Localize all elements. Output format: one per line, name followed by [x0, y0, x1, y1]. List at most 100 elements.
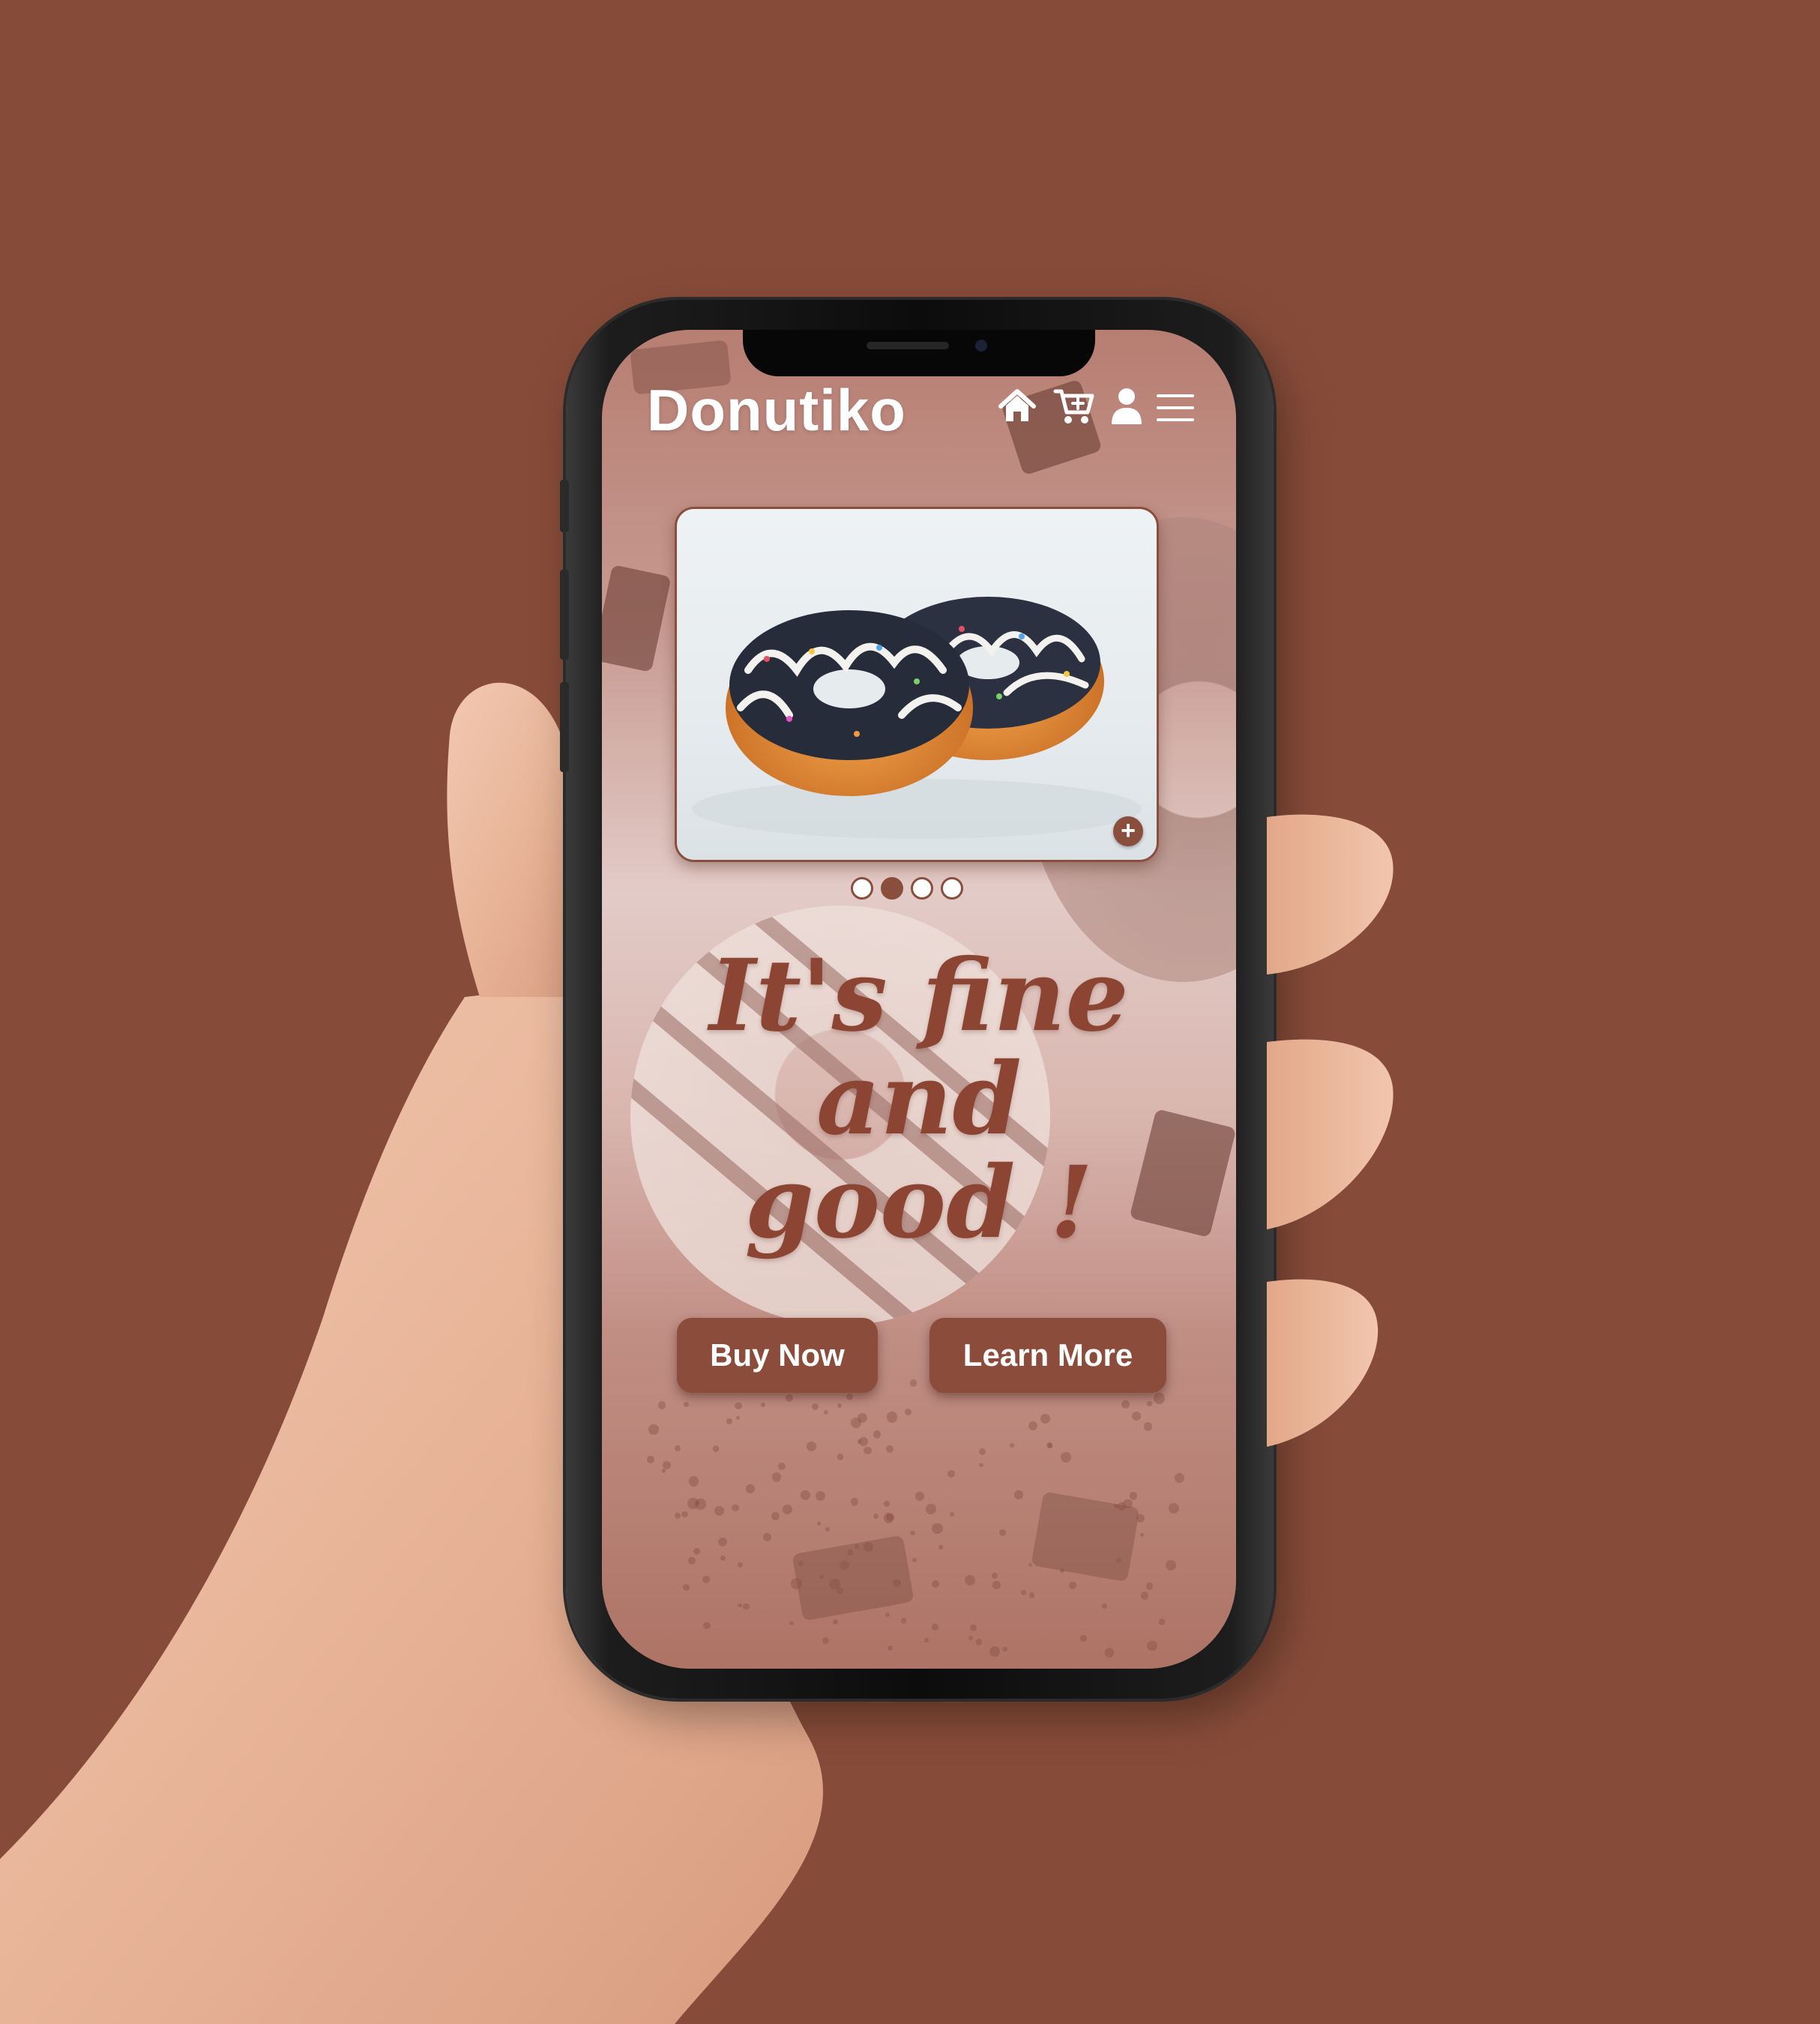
sprinkle [964, 1574, 976, 1586]
sprinkle [785, 1394, 793, 1403]
learn-more-button[interactable]: Learn More [929, 1318, 1166, 1393]
hero-line-1: It's fine [709, 938, 1129, 1054]
sprinkle [1079, 1634, 1087, 1642]
sprinkle [837, 1403, 842, 1408]
sprinkle [1143, 1422, 1152, 1431]
sprinkle [1009, 1442, 1015, 1448]
sprinkle [819, 1574, 824, 1579]
sprinkle [798, 1560, 804, 1566]
sprinkle [825, 1526, 831, 1532]
sprinkle [968, 1635, 974, 1640]
sprinkle [1002, 1646, 1007, 1652]
carousel-dot-1[interactable] [851, 877, 873, 900]
buy-now-button[interactable]: Buy Now [677, 1318, 878, 1393]
sprinkle [1140, 1591, 1149, 1600]
add-to-cart-button[interactable]: + [1113, 816, 1143, 846]
sprinkle [854, 1543, 859, 1549]
sprinkle [684, 1401, 690, 1407]
sprinkle [850, 1498, 858, 1506]
menu-icon[interactable] [1154, 385, 1196, 427]
sprinkle [857, 1439, 862, 1444]
background-chocolate [602, 564, 672, 672]
sprinkle [883, 1513, 894, 1523]
sprinkle [857, 1412, 868, 1423]
sprinkle [1069, 1582, 1077, 1590]
sprinkle [873, 1513, 879, 1519]
sprinkle [989, 1646, 1000, 1657]
carousel-dot-2[interactable] [881, 877, 903, 900]
sprinkle [886, 1513, 894, 1522]
home-icon[interactable] [996, 385, 1038, 427]
sprinkle [909, 1530, 915, 1536]
sprinkle [931, 1579, 939, 1588]
add-to-cart-icon[interactable] [1053, 385, 1095, 427]
sprinkle [735, 1416, 740, 1421]
sprinkle [975, 1639, 982, 1645]
sprinkle [1174, 1472, 1184, 1483]
sprinkle [1040, 1413, 1050, 1424]
sprinkle [909, 1379, 917, 1387]
sprinkle [1060, 1568, 1065, 1573]
carousel-dot-4[interactable] [941, 877, 963, 900]
sprinkle [893, 1579, 901, 1588]
sprinkle [1060, 1452, 1071, 1463]
sprinkle [886, 1445, 894, 1453]
sprinkle [833, 1618, 839, 1625]
sprinkle [771, 1472, 782, 1482]
sprinkle [791, 1578, 802, 1589]
sprinkle [979, 1463, 983, 1468]
sprinkle [743, 1603, 750, 1610]
sprinkle [726, 1418, 733, 1425]
product-carousel[interactable]: + [675, 507, 1159, 862]
sprinkle [1123, 1499, 1133, 1509]
sprinkle [746, 1484, 755, 1493]
sprinkle [998, 1528, 1006, 1536]
donut-product-image [692, 597, 1142, 839]
hero-line-3: good ! [744, 1145, 1094, 1261]
sprinkle [1028, 1592, 1035, 1599]
user-icon[interactable] [1106, 385, 1148, 427]
sprinkle [1028, 1563, 1033, 1567]
phone-screen: Donutiko + It's fine and good ! Buy Now … [602, 330, 1236, 1669]
sprinkle [800, 1490, 810, 1500]
sprinkle [905, 1409, 912, 1416]
sprinkle [822, 1636, 830, 1645]
sprinkle [674, 1445, 681, 1452]
sprinkle [1102, 1603, 1107, 1609]
sprinkle [789, 1621, 794, 1625]
sprinkle [1047, 1443, 1053, 1448]
sprinkle [887, 1645, 894, 1651]
sprinkle [647, 1456, 654, 1463]
sprinkle [1121, 1400, 1130, 1409]
sprinkle [915, 1491, 925, 1501]
sprinkle [687, 1498, 699, 1510]
sprinkle [771, 1512, 780, 1521]
sprinkle [777, 1463, 786, 1471]
sprinkle [837, 1454, 844, 1460]
sprinkle [712, 1445, 720, 1452]
phone-side-button [560, 682, 569, 772]
sprinkle [782, 1505, 792, 1515]
sprinkle [851, 1417, 862, 1429]
sprinkle [938, 1545, 943, 1549]
sprinkle [658, 1401, 666, 1409]
sprinkle [1118, 1502, 1126, 1511]
sprinkle [924, 1638, 929, 1642]
sprinkle [648, 1424, 659, 1435]
sprinkle [714, 1505, 724, 1516]
sprinkle [1114, 1503, 1119, 1508]
sprinkle [720, 1555, 726, 1561]
sprinkle [693, 1547, 701, 1555]
sprinkle [885, 1612, 890, 1617]
sprinkle [1132, 1412, 1141, 1421]
sprinkle [1146, 1400, 1153, 1407]
sprinkle [947, 1469, 956, 1478]
phone-side-button [560, 480, 569, 532]
sprinkle [846, 1549, 853, 1555]
sprinkle [932, 1624, 939, 1631]
background-chocolate [792, 1534, 914, 1621]
sprinkle [864, 1542, 873, 1552]
background-chocolate [1031, 1491, 1140, 1582]
carousel-dot-3[interactable] [911, 877, 933, 900]
sprinkle [829, 1578, 840, 1590]
